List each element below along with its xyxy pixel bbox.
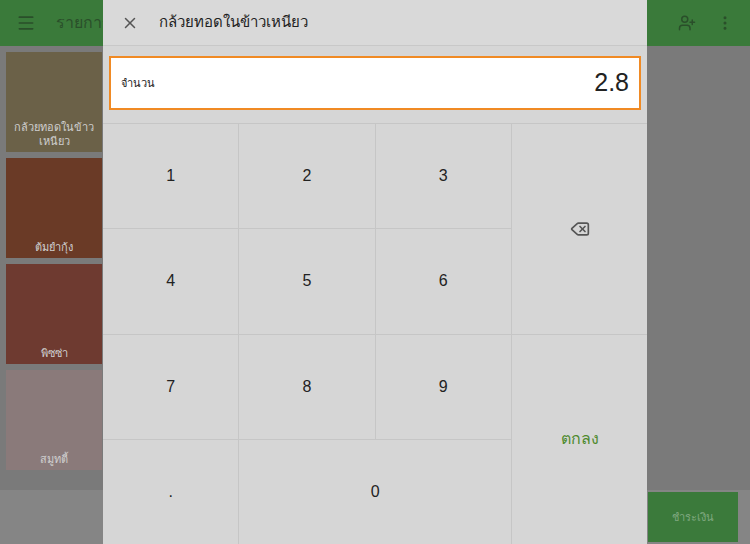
checkout-button[interactable]: ชำระเงิน [648,492,738,542]
menu-item-label: กล้วยทอดในข้าวเหนียว [6,120,102,152]
key[interactable]: 6 [376,229,511,333]
menu-item[interactable]: สมูทตี้ [6,370,102,470]
menu-item-label: ต้มยำกุ้ง [33,240,75,258]
key[interactable]: 4 [103,229,238,333]
key[interactable]: 9 [376,335,511,439]
menu-item[interactable]: พิซซ่า [6,264,102,364]
key[interactable]: 3 [376,124,511,228]
keypad: 123 456 789.0ตกลง [103,123,647,544]
add-customer-icon[interactable] [678,14,696,32]
dialog-header: กล้วยทอดในข้าวเหนียว [103,0,647,46]
menu-item-label: พิซซ่า [39,346,70,364]
field-value: 2.8 [594,64,629,102]
key[interactable]: 7 [103,335,238,439]
key[interactable]: 0 [239,440,511,544]
key[interactable]: 8 [239,335,374,439]
screen: รายการกล้วยทอดในข้าวเหนียวต้มยำกุ้งพิซซ่… [0,0,750,544]
quantity-field[interactable]: จำนวน 2.8 [109,56,641,110]
menu-grid: กล้วยทอดในข้าวเหนียวต้มยำกุ้งพิซซ่าสมูทต… [0,46,102,470]
menu-icon[interactable] [16,13,36,33]
more-icon[interactable] [716,14,734,32]
key[interactable]: 5 [239,229,374,333]
quantity-dialog: กล้วยทอดในข้าวเหนียวจำนวน 2.8 123 456 789.0ต… [103,0,647,544]
backspace-icon [570,219,590,239]
key[interactable]: 1 [103,124,238,228]
dialog-title: กล้วยทอดในข้าวเหนียว [159,11,308,34]
close-icon[interactable] [121,14,139,32]
backspace-key[interactable] [512,124,647,334]
field-label: จำนวน [121,75,155,92]
menu-item-label: สมูทตี้ [38,452,70,470]
confirm-key[interactable]: ตกลง [512,335,647,544]
menu-item[interactable]: ต้มยำกุ้ง [6,158,102,258]
menu-item[interactable]: กล้วยทอดในข้าวเหนียว [6,52,102,152]
key[interactable]: 2 [239,124,374,228]
key[interactable]: . [103,440,238,544]
